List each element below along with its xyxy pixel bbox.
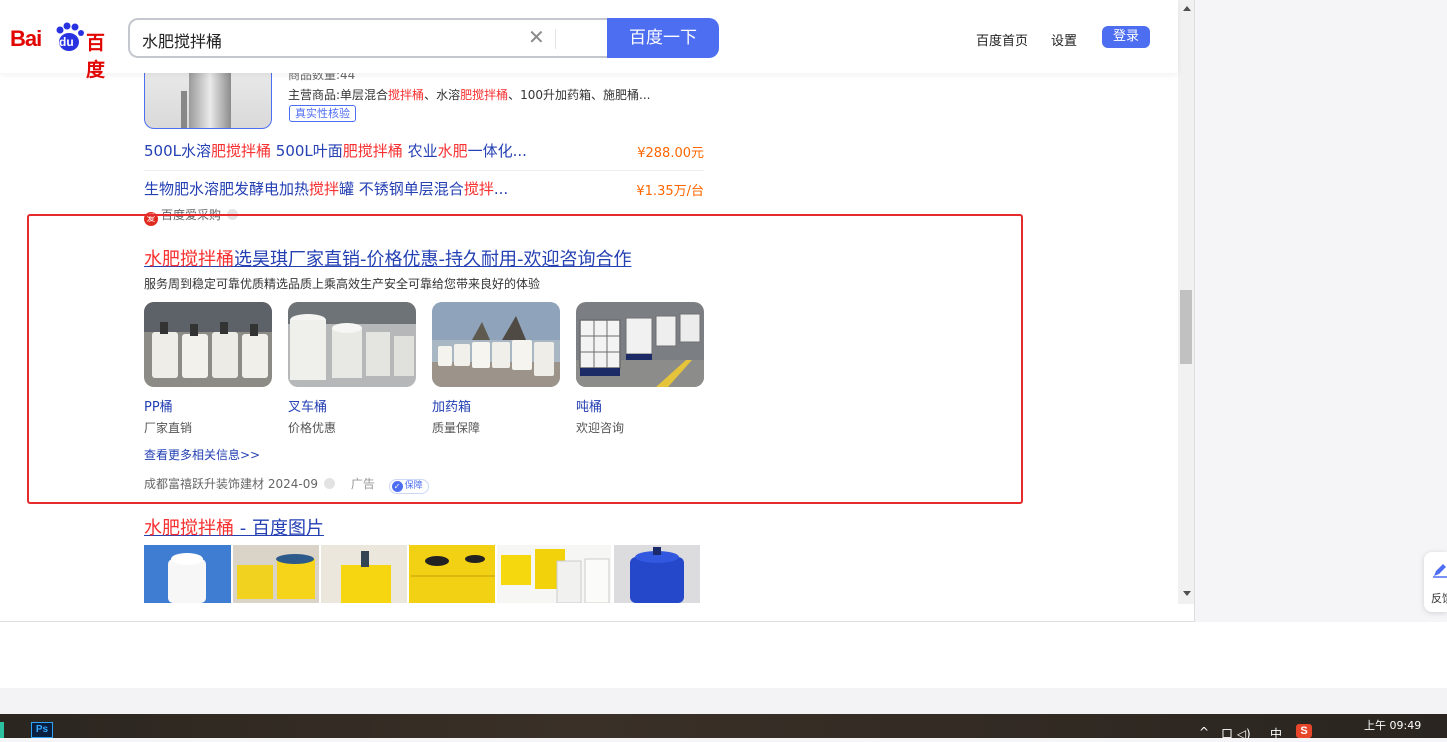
shop-main-products: 主营商品:单层混合搅拌桶、水溶肥搅拌桶、100升加药箱、施肥桶... <box>288 88 651 102</box>
scrollbar-thumb[interactable] <box>1180 290 1192 364</box>
browser-viewport: Bai du 百度 水肥搅拌桶 ✕ 百度一下 百度首页 设置 登录 商品数量:4… <box>0 0 1195 622</box>
offer-price: ¥1.35万/台 <box>636 184 704 199</box>
image-thumbnail[interactable] <box>321 545 407 603</box>
image-result-title[interactable]: 水肥搅拌桶 - 百度图片 <box>144 514 324 540</box>
search-input[interactable]: 水肥搅拌桶 <box>142 28 222 52</box>
shop-offer[interactable]: 500L水溶肥搅拌桶 500L叶面肥搅拌桶 农业水肥一体化... ¥288.00… <box>144 140 704 170</box>
page-background-footer <box>0 688 1447 714</box>
logo-cn: 百度 <box>86 32 105 81</box>
image-thumbnail[interactable] <box>409 545 495 603</box>
tile-image[interactable] <box>288 302 416 387</box>
taskbar-app-icon[interactable] <box>0 722 4 738</box>
ad-description: 服务周到稳定可靠优质精选品质上乘高效生产安全可靠给您带来良好的体验 <box>144 277 541 291</box>
tile-name[interactable]: 加药箱 <box>432 396 471 415</box>
divider <box>144 170 704 171</box>
logo-bai: Bai <box>10 26 42 51</box>
offer-price: ¥288.00元 <box>637 146 704 161</box>
offer-title[interactable]: 500L水溶肥搅拌桶 500L叶面肥搅拌桶 农业水肥一体化... <box>144 140 527 161</box>
image-thumbnail[interactable] <box>497 545 611 603</box>
tile-subtitle: 质量保障 <box>432 421 481 435</box>
page-background <box>0 622 1447 688</box>
logo-du: du <box>59 35 74 49</box>
verify-tag[interactable]: 真实性核验 <box>289 105 356 122</box>
tile-image[interactable] <box>432 302 560 387</box>
tile-name[interactable]: PP桶 <box>144 396 173 415</box>
more-info-link[interactable]: 查看更多相关信息>> <box>144 446 260 463</box>
image-thumbnail[interactable] <box>233 545 319 603</box>
search-input-box[interactable]: 水肥搅拌桶 ✕ <box>128 18 608 58</box>
ad-date: 2024-09 <box>267 477 318 491</box>
guarantee-badge[interactable]: ✓ 保障 <box>388 479 429 494</box>
tile-image[interactable] <box>576 302 704 387</box>
close-icon[interactable]: ✕ <box>528 28 546 48</box>
tile-name[interactable]: 叉车桶 <box>288 396 327 415</box>
tile-subtitle: 欢迎咨询 <box>576 421 625 435</box>
offer-title[interactable]: 生物肥水溶肥发酵电加热搅拌罐 不锈钢单层混合搅拌... <box>144 178 508 199</box>
image-thumbnail[interactable] <box>614 545 700 603</box>
ad-tile-ton-barrel[interactable]: 吨桶 欢迎咨询 <box>576 302 704 442</box>
sogou-ime-icon[interactable]: S <box>1296 724 1312 738</box>
search-divider <box>555 29 556 49</box>
vertical-scrollbar[interactable] <box>1178 0 1194 604</box>
tile-name[interactable]: 吨桶 <box>576 396 602 415</box>
advertiser[interactable]: 成都富禧跃升装饰建材 <box>144 477 264 491</box>
check-icon: ✓ <box>391 481 403 492</box>
scroll-down-arrow-icon[interactable] <box>1183 591 1191 596</box>
ad-tile-dosing-box[interactable]: 加药箱 质量保障 <box>432 302 560 442</box>
feedback-widget[interactable]: 反馈 <box>1424 552 1447 612</box>
scroll-up-arrow-icon[interactable] <box>1183 6 1191 11</box>
ad-tile-forklift-barrel[interactable]: 叉车桶 价格优惠 <box>288 302 416 442</box>
windows-taskbar: Ps ^ 口 ◁) 中 S 上午 09:49 <box>0 714 1447 741</box>
login-button[interactable]: 登录 <box>1102 26 1150 48</box>
tray-overflow-icon[interactable]: ^ <box>1199 725 1209 739</box>
photoshop-icon[interactable]: Ps <box>31 722 53 738</box>
nav-baidu-home[interactable]: 百度首页 <box>976 30 1028 49</box>
feedback-label: 反馈 <box>1431 592 1447 605</box>
ad-tile-pp-barrel[interactable]: PP桶 厂家直销 <box>144 302 272 442</box>
baidu-logo[interactable]: Bai du 百度 <box>10 22 114 81</box>
tile-subtitle: 厂家直销 <box>144 421 193 435</box>
tray-volume-icon[interactable]: 口 ◁) <box>1221 725 1251 742</box>
search-button[interactable]: 百度一下 <box>607 18 719 58</box>
info-icon[interactable] <box>323 478 335 489</box>
ime-indicator[interactable]: 中 <box>1270 725 1282 742</box>
taskbar-clock[interactable]: 上午 09:49 <box>1364 717 1421 733</box>
shop-offer[interactable]: 生物肥水溶肥发酵电加热搅拌罐 不锈钢单层混合搅拌... ¥1.35万/台 <box>144 178 704 208</box>
ad-label: 广告 <box>350 477 375 491</box>
pencil-icon <box>1433 564 1447 578</box>
tile-image[interactable] <box>144 302 272 387</box>
ad-meta: 成都富禧跃升装饰建材 2024-09 广告 ✓ 保障 <box>144 475 429 494</box>
nav-settings[interactable]: 设置 <box>1051 30 1077 49</box>
tile-subtitle: 价格优惠 <box>288 421 337 435</box>
search-header: Bai du 百度 水肥搅拌桶 ✕ 百度一下 百度首页 设置 登录 <box>0 0 1178 81</box>
image-thumbnail[interactable] <box>144 545 231 603</box>
ad-title-link[interactable]: 水肥搅拌桶选昊琪厂家直销-价格优惠-持久耐用-欢迎咨询合作 <box>144 245 631 271</box>
screen: Bai du 百度 水肥搅拌桶 ✕ 百度一下 百度首页 设置 登录 商品数量:4… <box>0 0 1447 741</box>
